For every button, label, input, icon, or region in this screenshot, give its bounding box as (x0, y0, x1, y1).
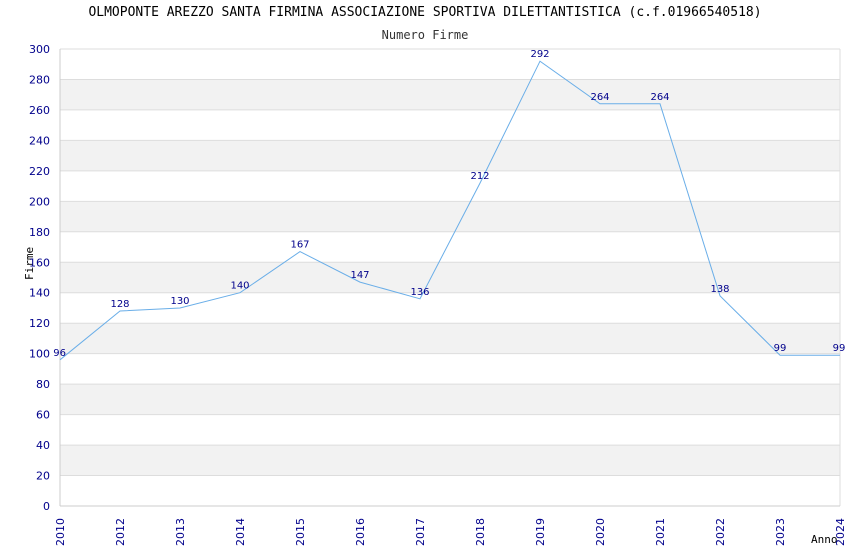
data-label: 99 (774, 343, 787, 354)
x-tick-label: 2014 (234, 518, 247, 546)
y-tick-label: 140 (29, 287, 50, 300)
x-tick-label: 2016 (354, 518, 367, 546)
y-tick-label: 80 (36, 378, 50, 391)
y-tick-label: 260 (29, 104, 50, 117)
y-tick-label: 40 (36, 439, 50, 452)
y-tick-labels: 0 20 40 60 80 100 120 140 160 180 200 220 240 260 280 3… (29, 43, 50, 513)
data-label: 212 (470, 171, 489, 182)
y-tick-label: 240 (29, 134, 50, 147)
grid-band (60, 201, 840, 232)
data-label: 130 (170, 296, 189, 307)
grid-band (60, 384, 840, 415)
y-tick-label: 220 (29, 165, 50, 178)
x-tick-label: 2023 (774, 518, 787, 546)
x-tick-label: 2017 (414, 518, 427, 546)
y-tick-label: 120 (29, 317, 50, 330)
data-label: 96 (53, 348, 66, 359)
grid-band (60, 323, 840, 354)
x-tick-label: 2022 (714, 518, 727, 546)
y-tick-label: 100 (29, 348, 50, 361)
x-tick-label: 2024 (834, 518, 847, 546)
grid-band (60, 79, 840, 110)
x-tick-label: 2015 (294, 518, 307, 546)
x-tick-labels: 2010 2012 2013 2014 2015 2016 2017 2018 2019 2020… (54, 518, 847, 546)
x-tick-label: 2021 (654, 518, 667, 546)
data-label: 140 (230, 281, 249, 292)
grid-band (60, 445, 840, 476)
x-tick-label: 2018 (474, 518, 487, 546)
x-tick-label: 2019 (534, 518, 547, 546)
data-label: 147 (350, 270, 369, 281)
data-label: 264 (590, 92, 609, 103)
data-label: 167 (290, 240, 309, 251)
x-tick-label: 2010 (54, 518, 67, 546)
grid-bands (60, 79, 840, 476)
x-tick-label: 2020 (594, 518, 607, 546)
y-tick-label: 300 (29, 43, 50, 56)
x-tick-label: 2013 (174, 518, 187, 546)
data-label: 264 (650, 92, 669, 103)
y-tick-label: 20 (36, 470, 50, 483)
line-chart: 0 20 40 60 80 100 120 140 160 180 200 220 240 260 280 3… (29, 43, 847, 546)
x-tick-label: 2012 (114, 518, 127, 546)
y-tick-label: 60 (36, 409, 50, 422)
y-tick-label: 0 (43, 500, 50, 513)
data-label: 138 (710, 284, 729, 295)
data-label: 99 (833, 343, 846, 354)
data-label: 292 (530, 49, 549, 60)
y-tick-label: 200 (29, 195, 50, 208)
data-label: 136 (410, 287, 429, 298)
y-tick-label: 180 (29, 226, 50, 239)
y-tick-label: 280 (29, 73, 50, 86)
grid-band (60, 140, 840, 171)
y-tick-label: 160 (29, 256, 50, 269)
data-label: 128 (110, 299, 129, 310)
